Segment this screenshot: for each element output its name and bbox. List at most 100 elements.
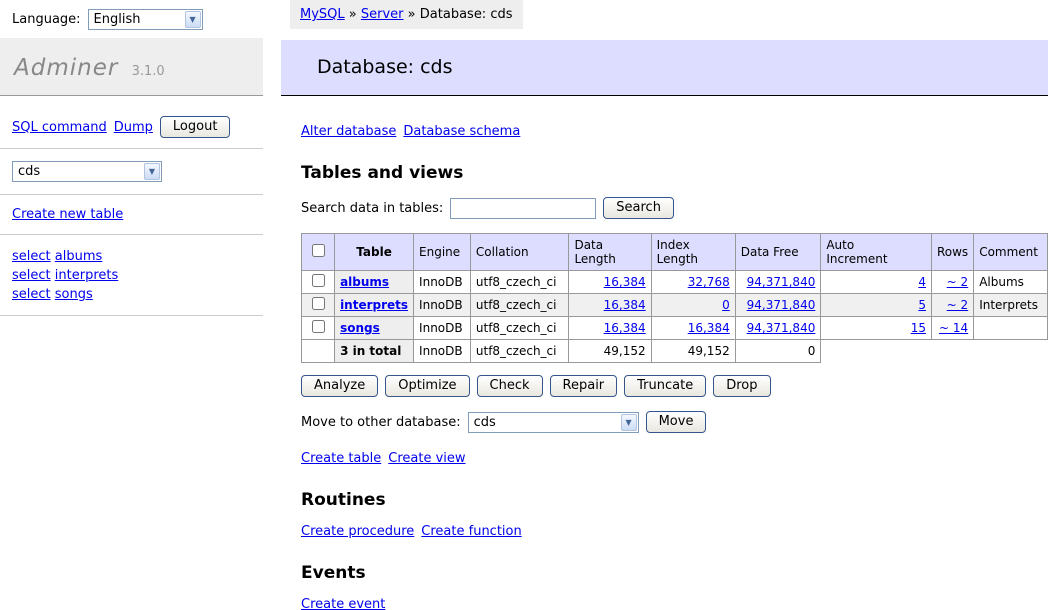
collation-cell: utf8_czech_ci xyxy=(470,294,569,317)
collation-cell: utf8_czech_ci xyxy=(470,271,569,294)
table-name-link[interactable]: albums xyxy=(340,275,389,289)
tables-and-views-heading: Tables and views xyxy=(301,163,1048,183)
move-button[interactable]: Move xyxy=(646,411,707,433)
rows-count-link[interactable]: ~ 2 xyxy=(947,298,969,312)
move-database-select[interactable]: cds ▼ xyxy=(468,412,639,433)
create-procedure-link[interactable]: Create procedure xyxy=(301,524,414,539)
row-checkbox[interactable] xyxy=(312,320,325,333)
list-item: select interprets xyxy=(12,266,251,285)
engine-cell: InnoDB xyxy=(414,317,471,340)
app-title: Adminer xyxy=(14,55,118,81)
create-view-link[interactable]: Create view xyxy=(388,451,465,466)
select-interprets-link[interactable]: select xyxy=(12,268,51,283)
row-checkbox[interactable] xyxy=(312,297,325,310)
breadcrumb-server-link[interactable]: Server xyxy=(361,7,404,22)
events-heading: Events xyxy=(301,563,1048,583)
rows-count-link[interactable]: ~ 2 xyxy=(947,275,969,289)
app-logo: Adminer 3.1.0 xyxy=(0,38,263,96)
interprets-table-link[interactable]: interprets xyxy=(55,268,118,283)
create-table-link[interactable]: Create table xyxy=(301,451,381,466)
database-schema-link[interactable]: Database schema xyxy=(403,124,520,139)
chevron-down-icon: ▼ xyxy=(185,11,201,28)
language-select[interactable]: English ▼ xyxy=(88,9,203,30)
select-songs-link[interactable]: select xyxy=(12,287,51,302)
engine-cell: InnoDB xyxy=(414,271,471,294)
table-row: interprets InnoDB utf8_czech_ci 16,384 0… xyxy=(302,294,1048,317)
page-title: Database: cds xyxy=(281,40,1048,96)
move-database-select-value: cds xyxy=(474,415,496,430)
total-index-length: 49,152 xyxy=(651,340,735,363)
data-length-link[interactable]: 16,384 xyxy=(604,321,646,335)
sidebar-table-list: select albums select interprets select s… xyxy=(0,234,263,316)
column-header-table: Table xyxy=(335,234,414,271)
select-albums-link[interactable]: select xyxy=(12,249,51,264)
total-data-free: 0 xyxy=(735,340,821,363)
collation-cell: utf8_czech_ci xyxy=(470,317,569,340)
search-label: Search data in tables: xyxy=(301,201,443,216)
songs-table-link[interactable]: songs xyxy=(55,287,93,302)
row-checkbox[interactable] xyxy=(312,274,325,287)
column-header-data-length: Data Length xyxy=(569,234,651,271)
tables-overview-table: Table Engine Collation Data Length Index… xyxy=(301,233,1048,363)
optimize-button[interactable]: Optimize xyxy=(385,375,469,397)
select-all-checkbox[interactable] xyxy=(312,244,325,257)
create-function-link[interactable]: Create function xyxy=(421,524,521,539)
database-select[interactable]: cds ▼ xyxy=(12,161,162,182)
column-header-auto-increment: Auto Increment xyxy=(821,234,932,271)
index-length-link[interactable]: 16,384 xyxy=(688,321,730,335)
auto-increment-link[interactable]: 15 xyxy=(911,321,926,335)
data-free-link[interactable]: 94,371,840 xyxy=(747,321,816,335)
breadcrumb-mysql-link[interactable]: MySQL xyxy=(300,7,345,22)
analyze-button[interactable]: Analyze xyxy=(301,375,378,397)
table-name-link[interactable]: interprets xyxy=(340,298,408,312)
comment-cell xyxy=(974,317,1048,340)
table-name-link[interactable]: songs xyxy=(340,321,380,335)
sidebar-create-table-section: Create new table xyxy=(0,194,263,234)
index-length-link[interactable]: 32,768 xyxy=(688,275,730,289)
dump-link[interactable]: Dump xyxy=(114,120,153,135)
sidebar: Language: English ▼ Adminer 3.1.0 SQL co… xyxy=(0,0,263,316)
sql-command-link[interactable]: SQL command xyxy=(12,120,107,135)
check-button[interactable]: Check xyxy=(477,375,543,397)
index-length-link[interactable]: 0 xyxy=(722,298,730,312)
table-row: songs InnoDB utf8_czech_ci 16,384 16,384… xyxy=(302,317,1048,340)
total-data-length: 49,152 xyxy=(569,340,651,363)
create-links-row: Create table Create view xyxy=(301,451,1048,466)
create-new-table-link[interactable]: Create new table xyxy=(12,207,123,222)
data-free-link[interactable]: 94,371,840 xyxy=(747,298,816,312)
alter-database-link[interactable]: Alter database xyxy=(301,124,396,139)
search-row: Search data in tables: Search xyxy=(301,197,1048,219)
albums-table-link[interactable]: albums xyxy=(55,249,103,264)
comment-cell: Interprets xyxy=(974,294,1048,317)
search-input[interactable] xyxy=(450,198,596,219)
search-button[interactable]: Search xyxy=(603,197,674,219)
language-row: Language: English ▼ xyxy=(0,0,263,38)
repair-button[interactable]: Repair xyxy=(550,375,618,397)
chevron-down-icon: ▼ xyxy=(621,414,637,431)
sidebar-db-select-section: cds ▼ xyxy=(0,148,263,194)
column-header-comment: Comment xyxy=(974,234,1048,271)
create-event-link[interactable]: Create event xyxy=(301,597,385,610)
language-label: Language: xyxy=(12,12,81,27)
rows-count-link[interactable]: ~ 14 xyxy=(939,321,968,335)
auto-increment-link[interactable]: 4 xyxy=(918,275,926,289)
breadcrumb: MySQL » Server » Database: cds xyxy=(290,0,523,29)
breadcrumb-separator: » xyxy=(349,7,357,22)
data-free-link[interactable]: 94,371,840 xyxy=(747,275,816,289)
drop-button[interactable]: Drop xyxy=(713,375,770,397)
language-select-value: English xyxy=(94,12,141,27)
comment-cell: Albums xyxy=(974,271,1048,294)
column-header-rows: Rows xyxy=(931,234,973,271)
events-links-row: Create event xyxy=(301,597,1048,610)
data-length-link[interactable]: 16,384 xyxy=(604,298,646,312)
table-row: albums InnoDB utf8_czech_ci 16,384 32,76… xyxy=(302,271,1048,294)
truncate-button[interactable]: Truncate xyxy=(624,375,706,397)
data-length-link[interactable]: 16,384 xyxy=(604,275,646,289)
breadcrumb-separator: » xyxy=(408,7,416,22)
list-item: select songs xyxy=(12,285,251,304)
logout-button[interactable]: Logout xyxy=(160,116,231,138)
collation-cell: utf8_czech_ci xyxy=(470,340,569,363)
breadcrumb-current: Database: cds xyxy=(420,7,513,22)
app-version: 3.1.0 xyxy=(132,64,165,79)
auto-increment-link[interactable]: 5 xyxy=(918,298,926,312)
